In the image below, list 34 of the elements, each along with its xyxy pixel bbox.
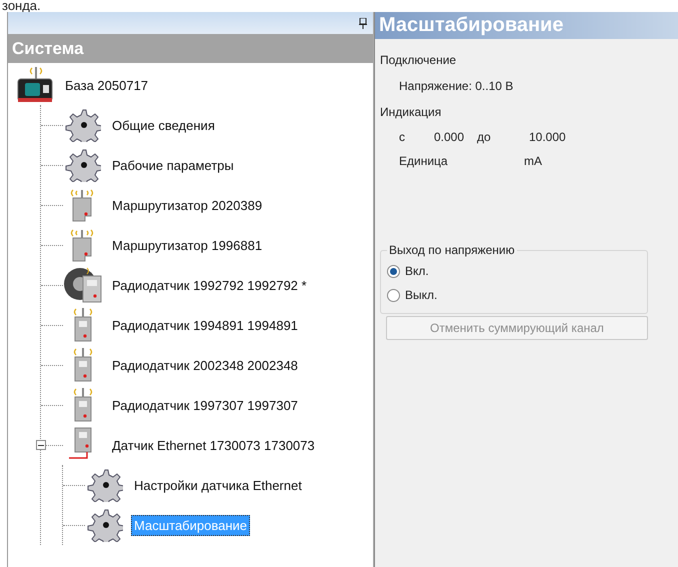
radio-button[interactable] <box>387 264 400 278</box>
pin-icon[interactable] <box>359 18 367 28</box>
gear-icon <box>87 468 123 502</box>
radio-label[interactable]: Выкл. <box>405 288 438 302</box>
panel-title: Система <box>8 34 373 63</box>
tree-item[interactable]: Датчик Ethernet 1730073 1730073 <box>109 434 318 456</box>
range-label: с <box>399 130 406 144</box>
caption-text: зонда. <box>1 0 42 12</box>
tree-item[interactable]: База 2050717 <box>62 74 152 96</box>
unit-value: mA <box>524 154 543 168</box>
tree-item[interactable]: Радиодатчик 1997307 1997307 <box>109 394 301 416</box>
tree-item[interactable]: Рабочие параметры <box>109 154 237 176</box>
range-label: до <box>477 130 492 144</box>
unit-label: Единица <box>399 154 449 168</box>
tree-item[interactable]: Радиодатчик 1992792 1992792 * <box>109 274 310 296</box>
connection-value: Напряжение: 0..10 В <box>399 79 514 93</box>
group-title: Выход по напряжению <box>388 243 516 257</box>
range-value: 10.000 <box>529 130 567 144</box>
section-heading: Подключение <box>380 53 456 67</box>
radio-label[interactable]: Вкл. <box>405 264 429 278</box>
tree-item[interactable]: Радиодатчик 1994891 1994891 <box>109 314 301 336</box>
radio-button[interactable] <box>387 288 400 302</box>
tree-item[interactable]: Настройки датчика Ethernet <box>131 474 305 496</box>
gear-icon <box>65 148 101 182</box>
tree-item[interactable]: Маршрутизатор 2020389 <box>109 194 266 216</box>
gear-icon <box>65 108 101 142</box>
collapse-toggle[interactable] <box>36 440 46 450</box>
section-heading: Индикация <box>380 105 442 119</box>
tree-item[interactable]: Маршрутизатор 1996881 <box>109 234 266 256</box>
tree-item[interactable]: Общие сведения <box>109 114 218 136</box>
gear-icon <box>87 508 123 542</box>
tree-item[interactable]: Радиодатчик 2002348 2002348 <box>109 354 301 376</box>
panel-title: Масштабирование <box>375 12 678 39</box>
range-value: 0.000 <box>434 130 466 144</box>
